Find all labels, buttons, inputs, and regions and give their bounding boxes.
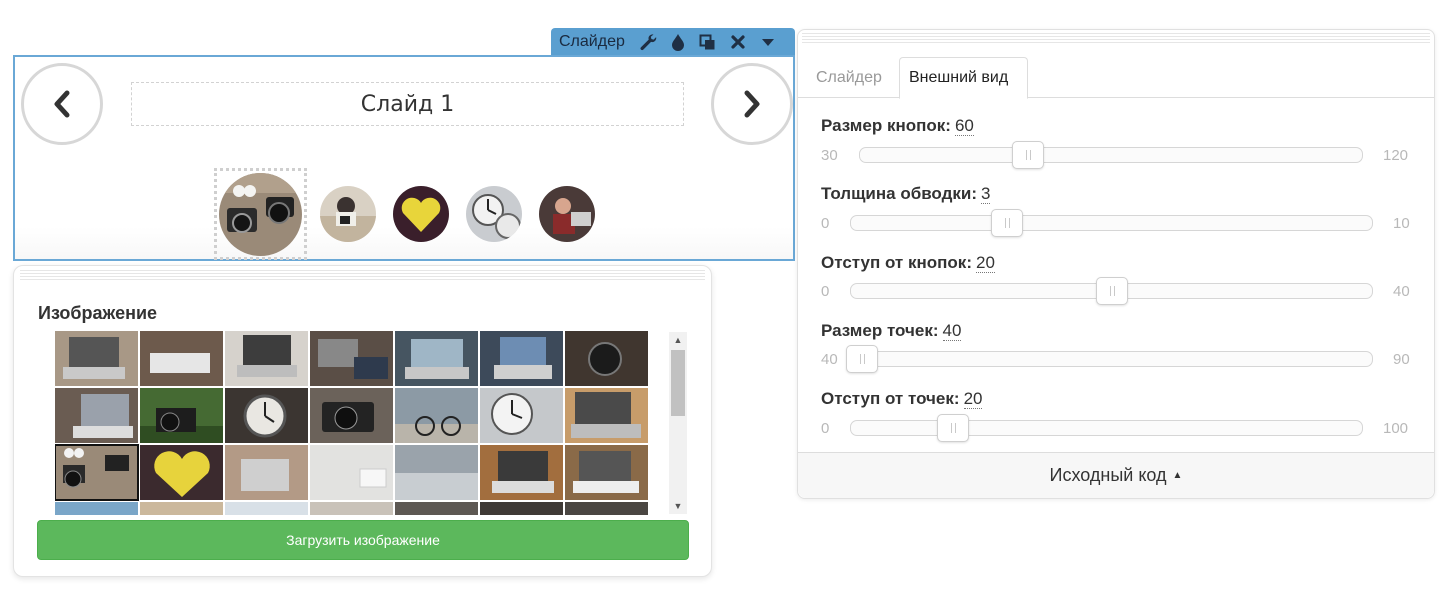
setting-label: Отступ от точек xyxy=(821,389,954,408)
wrench-icon[interactable] xyxy=(633,28,663,56)
thumbnail[interactable] xyxy=(565,502,648,515)
thumbnail[interactable] xyxy=(565,445,648,500)
setting-stroke-width: Толщина обводки: 3 xyxy=(821,184,991,204)
slider-dot-3[interactable] xyxy=(393,186,449,242)
thumbnail[interactable] xyxy=(395,445,478,500)
settings-panel: Слайдер Внешний вид Размер кнопок: 60 30 … xyxy=(797,29,1435,499)
thumbnail[interactable] xyxy=(225,331,308,386)
thumbnail[interactable] xyxy=(55,502,138,515)
slider-dot-4[interactable] xyxy=(466,186,522,242)
thumbnail[interactable] xyxy=(565,388,648,443)
thumbnail[interactable] xyxy=(140,502,223,515)
next-slide-button[interactable] xyxy=(711,63,793,145)
slider-widget[interactable]: Слайд 1 xyxy=(13,55,795,261)
chevron-left-icon xyxy=(54,90,70,118)
panel-drag-handle[interactable] xyxy=(802,33,1430,43)
thumbnail[interactable] xyxy=(310,388,393,443)
thumbnail[interactable] xyxy=(395,388,478,443)
droplet-icon[interactable] xyxy=(663,28,693,56)
thumbnail[interactable] xyxy=(395,502,478,515)
range-min: 0 xyxy=(821,283,830,300)
thumbnail[interactable] xyxy=(55,331,138,386)
caret-up-icon: ▲ xyxy=(1172,470,1183,481)
thumbnail-selected[interactable] xyxy=(55,444,139,501)
range-max: 100 xyxy=(1383,420,1409,437)
setting-label: Размер кнопок xyxy=(821,116,946,135)
thumbnail[interactable] xyxy=(565,331,648,386)
range-handle[interactable] xyxy=(1012,141,1044,169)
setting-value[interactable]: 40 xyxy=(942,321,962,341)
close-icon[interactable] xyxy=(723,28,753,56)
slider-toolbar-title: Слайдер xyxy=(559,33,625,50)
chevron-right-icon xyxy=(744,90,760,118)
thumbnail[interactable] xyxy=(480,388,563,443)
thumbnail[interactable] xyxy=(225,388,308,443)
thumbnail[interactable] xyxy=(480,331,563,386)
range-track[interactable] xyxy=(859,141,1363,169)
thumbnail[interactable] xyxy=(310,445,393,500)
tab-slider[interactable]: Слайдер xyxy=(807,57,891,98)
thumbnail[interactable] xyxy=(480,445,563,500)
copy-icon[interactable] xyxy=(693,28,723,56)
settings-tabs: Слайдер Внешний вид xyxy=(798,57,1434,99)
slider-dot-2[interactable] xyxy=(320,186,376,242)
source-code-label: Исходный код xyxy=(1049,465,1167,485)
range-min: 0 xyxy=(821,215,830,232)
slide-caption[interactable]: Слайд 1 xyxy=(131,82,684,126)
image-panel-title: Изображение xyxy=(38,303,158,323)
range-max: 10 xyxy=(1393,215,1410,232)
setting-dot-size: Размер точек: 40 xyxy=(821,321,962,341)
range-handle[interactable] xyxy=(991,209,1023,237)
thumbnail[interactable] xyxy=(140,445,223,500)
setting-value[interactable]: 60 xyxy=(954,116,974,136)
thumbnail[interactable] xyxy=(225,445,308,500)
range-max: 90 xyxy=(1393,351,1410,368)
range-min: 0 xyxy=(821,420,830,437)
setting-label: Толщина обводки xyxy=(821,184,972,203)
range-min: 30 xyxy=(821,147,838,164)
prev-slide-button[interactable] xyxy=(21,63,103,145)
range-track[interactable] xyxy=(846,345,1373,373)
setting-value[interactable]: 20 xyxy=(975,253,995,273)
thumbnail[interactable] xyxy=(480,502,563,515)
panel-drag-handle[interactable] xyxy=(20,270,705,280)
setting-button-size: Размер кнопок: 60 xyxy=(821,116,974,136)
thumbnail[interactable] xyxy=(55,388,138,443)
range-handle[interactable] xyxy=(937,414,969,442)
source-code-toggle[interactable]: Исходный код ▲ xyxy=(798,452,1434,498)
range-track[interactable] xyxy=(850,277,1373,305)
setting-button-offset: Отступ от кнопок: 20 xyxy=(821,253,995,273)
slider-dot-5[interactable] xyxy=(539,186,595,242)
upload-image-button[interactable]: Загрузить изображение xyxy=(37,520,689,560)
range-handle[interactable] xyxy=(1096,277,1128,305)
slider-toolbar: Слайдер xyxy=(551,28,795,56)
setting-dot-offset: Отступ от точек: 20 xyxy=(821,389,983,409)
slider-dot-1[interactable] xyxy=(219,173,302,256)
thumbnail[interactable] xyxy=(225,502,308,515)
setting-value[interactable]: 3 xyxy=(981,184,991,204)
range-track[interactable] xyxy=(850,414,1363,442)
thumbnail[interactable] xyxy=(310,502,393,515)
thumbnail-scrollbar[interactable]: ▲ ▼ xyxy=(669,332,687,514)
thumbnail[interactable] xyxy=(140,331,223,386)
thumbnail[interactable] xyxy=(395,331,478,386)
setting-label: Размер точек xyxy=(821,321,933,340)
setting-value[interactable]: 20 xyxy=(963,389,983,409)
range-handle[interactable] xyxy=(846,345,878,373)
setting-label: Отступ от кнопок xyxy=(821,253,967,272)
scroll-down-arrow-icon[interactable]: ▼ xyxy=(669,498,687,514)
thumbnail[interactable] xyxy=(140,388,223,443)
caret-down-icon[interactable] xyxy=(753,28,783,56)
scroll-up-arrow-icon[interactable]: ▲ xyxy=(669,332,687,348)
thumbnail[interactable] xyxy=(310,331,393,386)
image-thumbnail-grid[interactable] xyxy=(55,331,652,515)
range-track[interactable] xyxy=(850,209,1373,237)
range-max: 40 xyxy=(1393,283,1410,300)
range-min: 40 xyxy=(821,351,838,368)
range-max: 120 xyxy=(1383,147,1409,164)
tab-appearance[interactable]: Внешний вид xyxy=(899,57,1028,99)
scrollbar-thumb[interactable] xyxy=(671,350,685,416)
image-panel: Изображение ▲ ▼ Загрузить изображение xyxy=(13,265,712,577)
